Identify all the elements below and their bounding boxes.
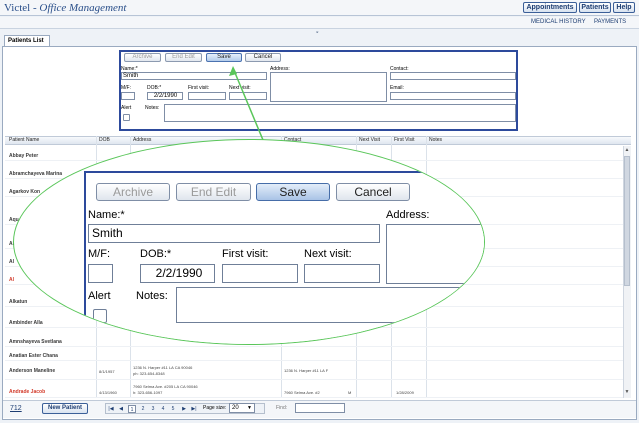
- zoom-dob-field[interactable]: 2/2/1990: [140, 264, 215, 283]
- zoom-next-visit-label: Next visit:: [304, 248, 352, 260]
- zoom-next-visit-field[interactable]: [304, 264, 380, 283]
- zoom-address-field[interactable]: [386, 224, 484, 284]
- zoom-cancel-button[interactable]: Cancel: [336, 183, 410, 201]
- zoom-dob-label: DOB:*: [140, 248, 172, 260]
- zoom-alert-checkbox[interactable]: [93, 309, 107, 323]
- zoom-address-label: Address:: [386, 209, 430, 221]
- zoom-save-button[interactable]: Save: [256, 183, 330, 201]
- zoom-end-edit-button[interactable]: End Edit: [176, 183, 251, 201]
- zoom-notes-field[interactable]: [176, 287, 484, 323]
- zoom-first-visit-field[interactable]: [222, 264, 298, 283]
- zoom-archive-button[interactable]: Archive: [96, 183, 170, 201]
- zoom-mf-field[interactable]: [88, 264, 113, 283]
- zoom-name-label: Name:*: [88, 209, 125, 221]
- magnified-callout: Archive End Edit Save Cancel Name:* Smit…: [13, 139, 485, 345]
- zoom-mf-label: M/F:: [88, 248, 110, 260]
- zoom-name-field[interactable]: Smith: [88, 224, 380, 243]
- zoom-notes-label: Notes:: [136, 290, 168, 302]
- zoom-alert-label: Alert: [88, 290, 111, 302]
- zoom-first-visit-label: First visit:: [222, 248, 269, 260]
